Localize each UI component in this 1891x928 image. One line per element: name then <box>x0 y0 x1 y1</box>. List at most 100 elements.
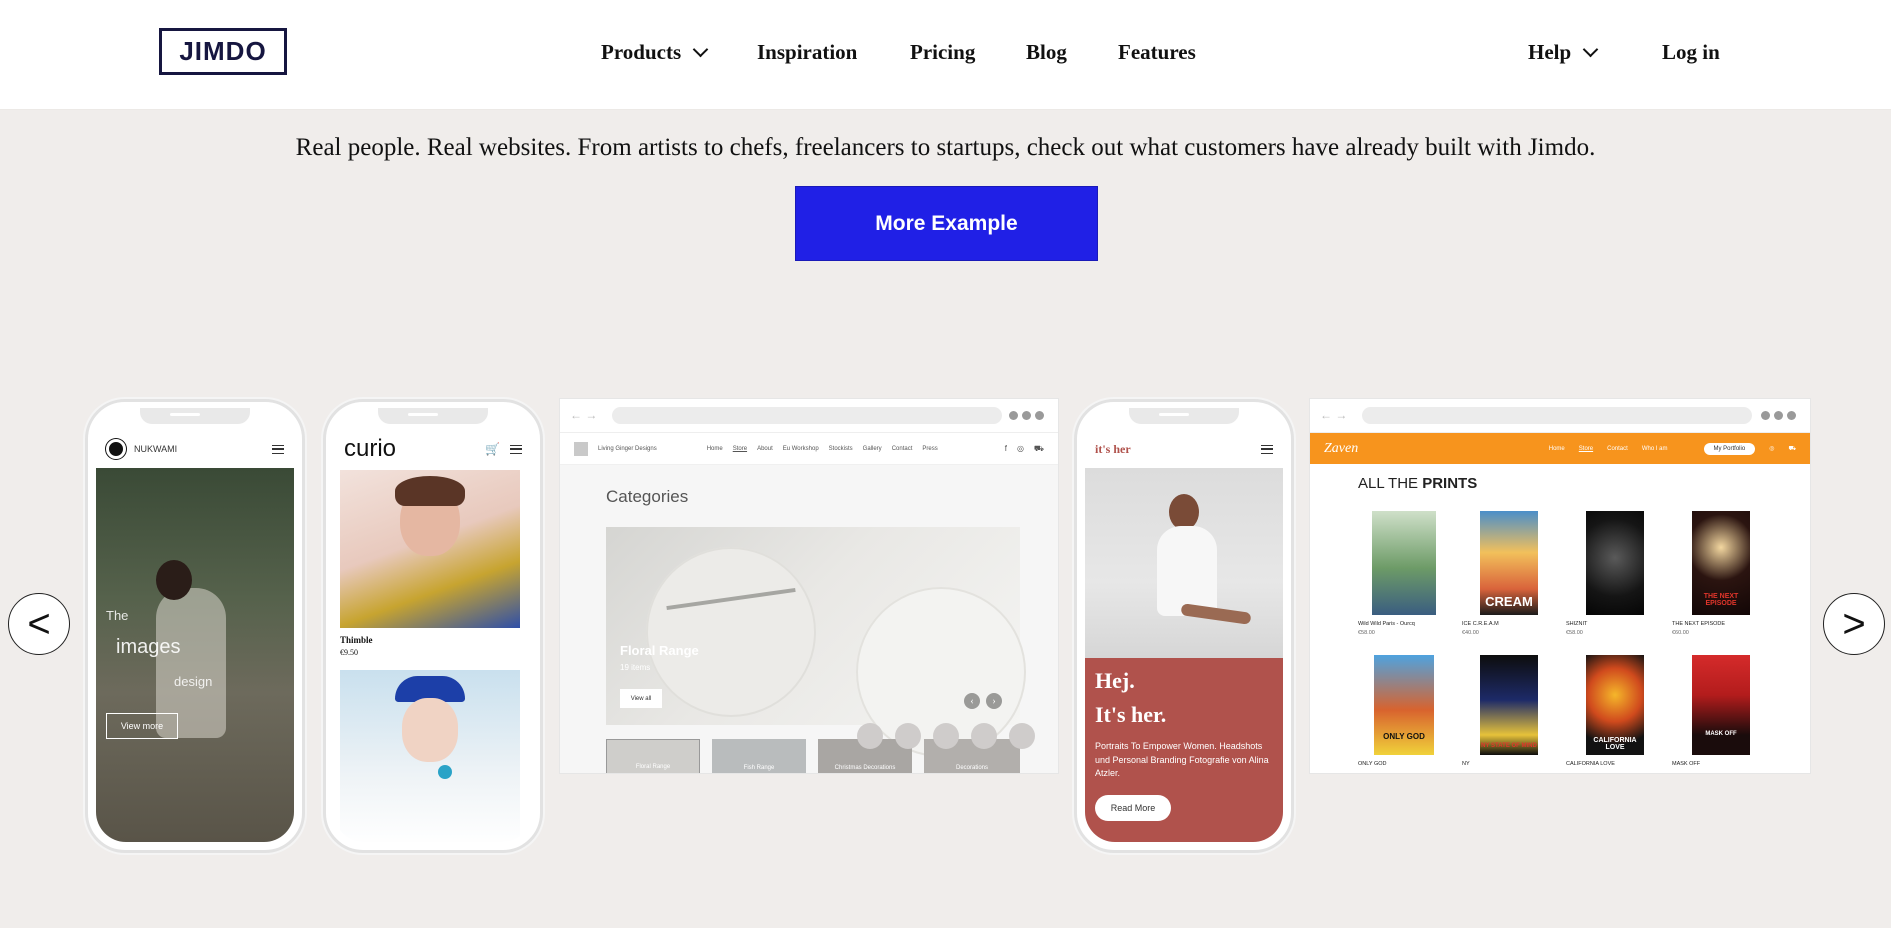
pager-dot-5[interactable] <box>1009 723 1035 749</box>
cart-icon: 🛒 <box>485 442 500 456</box>
pager-dot-4[interactable] <box>971 723 997 749</box>
zaven-logo: Zaven <box>1324 440 1359 456</box>
menu-icon <box>272 444 284 454</box>
phone-topbar: NUKWAMI <box>96 430 294 468</box>
site-header: JIMDO Products Inspiration Pricing Blog … <box>0 0 1891 110</box>
store-logo-icon <box>574 441 588 456</box>
cart-icon[interactable]: ⛟ <box>1034 444 1044 454</box>
print-poster-6[interactable]: NY STATE OF MIND <box>1480 655 1538 755</box>
browser-url-bar <box>1362 407 1752 424</box>
nav-help-label: Help <box>1528 40 1572 64</box>
cart-icon[interactable]: ⛟ <box>1788 445 1796 453</box>
curio-product-price: €9.50 <box>340 648 358 657</box>
itsher-body: Portraits To Empower Women. Headshots un… <box>1095 741 1269 778</box>
print-price-2: €40.00 <box>1462 630 1479 636</box>
nav-help[interactable]: Help <box>1528 40 1599 65</box>
slide-its-her[interactable]: it's her Hej. It's her. Portraits To Emp… <box>1074 399 1294 853</box>
nav-blog[interactable]: Blog <box>1026 40 1067 65</box>
store-nav-press[interactable]: Press <box>922 446 937 452</box>
itsher-title-1: Hej. <box>1095 668 1135 693</box>
print-poster-4[interactable]: THE NEXT EPISODE <box>1692 511 1750 615</box>
nav-products[interactable]: Products <box>601 40 709 65</box>
phone-topbar: curio 🛒 <box>334 430 532 468</box>
pager-dot-2[interactable] <box>895 723 921 749</box>
store-nav-workshop[interactable]: Eu Workshop <box>783 446 819 452</box>
zaven-portfolio-button[interactable]: My Portfolio <box>1703 442 1756 455</box>
nukwami-name: NUKWAMI <box>134 444 178 454</box>
print-title-6: NY <box>1462 761 1470 767</box>
zaven-heading-light: ALL THE <box>1358 475 1419 492</box>
store-nav-contact[interactable]: Contact <box>892 446 913 452</box>
facebook-icon[interactable]: f <box>1005 444 1007 454</box>
curio-product-name: Thimble <box>340 635 373 645</box>
print-title-2: ICE C.R.E.A.M <box>1462 621 1499 627</box>
print-title-5: ONLY GOD <box>1358 761 1387 767</box>
carousel-prev-button[interactable]: < <box>8 593 70 655</box>
print-poster-3[interactable] <box>1586 511 1644 615</box>
print-title-7: CALIFORNIA LOVE <box>1566 761 1615 767</box>
slide-zaven[interactable]: ← → Zaven Home Store Contact Who I am My… <box>1310 399 1810 773</box>
zaven-nav-who[interactable]: Who I am <box>1642 446 1668 452</box>
store-nav: Living Ginger Designs Home Store About E… <box>560 433 1058 465</box>
store-thumb-fish[interactable]: Fish Range <box>712 739 806 773</box>
print-price-4: €60.00 <box>1672 630 1689 636</box>
itsher-text-panel: Hej. It's her. Portraits To Empower Wome… <box>1085 658 1283 842</box>
store-nav-gallery[interactable]: Gallery <box>863 446 882 452</box>
browser-dots-icon <box>1009 411 1044 420</box>
store-feature-image[interactable]: Floral Range 19 items View all ‹ › <box>606 527 1026 757</box>
zaven-nav-contact[interactable]: Contact <box>1607 446 1628 452</box>
browser-url-bar <box>612 407 1002 424</box>
zaven-nav-home[interactable]: Home <box>1549 446 1565 452</box>
browser-dots-icon <box>1761 411 1796 420</box>
chevron-down-icon <box>1582 41 1599 58</box>
print-poster-7[interactable]: CALIFORNIA LOVE <box>1586 655 1644 755</box>
browser-bar: ← → <box>1310 399 1810 433</box>
zaven-nav: Zaven Home Store Contact Who I am My Por… <box>1310 433 1810 464</box>
store-categories-heading: Categories <box>606 487 689 506</box>
chevron-left-icon[interactable]: ‹ <box>964 693 980 709</box>
nav-inspiration[interactable]: Inspiration <box>757 40 857 65</box>
slide-nukwami[interactable]: NUKWAMI The images design View more <box>85 399 305 853</box>
slide-living-ginger[interactable]: ← → Living Ginger Designs Home Store Abo… <box>560 399 1058 773</box>
chevron-down-icon <box>692 41 709 58</box>
phone-screen: it's her Hej. It's her. Portraits To Emp… <box>1085 430 1283 842</box>
nukwami-line1: The <box>106 608 129 623</box>
more-example-button[interactable]: More Example <box>795 186 1098 261</box>
store-nav-stockists[interactable]: Stockists <box>829 446 853 452</box>
instagram-icon[interactable]: ◎ <box>1017 444 1024 454</box>
nukwami-view-more-button[interactable]: View more <box>106 713 178 739</box>
store-view-all-button[interactable]: View all <box>620 689 662 708</box>
store-feature-count: 19 items <box>620 663 651 672</box>
login-link[interactable]: Log in <box>1662 40 1720 65</box>
print-price-3: €58.00 <box>1566 630 1583 636</box>
print-poster-5[interactable]: ONLY GOD <box>1374 655 1434 755</box>
phone-screen: NUKWAMI The images design View more <box>96 430 294 842</box>
phone-notch <box>140 408 250 424</box>
menu-icon <box>510 444 522 454</box>
store-thumb-floral[interactable]: Floral Range <box>606 739 700 773</box>
itsher-read-more-button[interactable]: Read More <box>1095 794 1171 821</box>
slide-curio[interactable]: curio 🛒 Thimble €9.50 <box>323 399 543 853</box>
curio-product-image-1 <box>340 470 520 628</box>
pager-dot-3[interactable] <box>933 723 959 749</box>
print-poster-1[interactable] <box>1372 511 1436 615</box>
jimdo-logo[interactable]: JIMDO <box>159 28 287 75</box>
print-title-8: MASK OFF <box>1672 761 1701 767</box>
store-nav-store[interactable]: Store <box>733 446 747 452</box>
pager-dot-1[interactable] <box>857 723 883 749</box>
print-poster-8[interactable]: MASK OFF <box>1692 655 1750 755</box>
print-price-1: €58.00 <box>1358 630 1375 636</box>
store-feature-title: Floral Range <box>620 643 699 658</box>
instagram-icon[interactable]: ◎ <box>1769 445 1774 452</box>
chevron-right-icon[interactable]: › <box>986 693 1002 709</box>
store-nav-home[interactable]: Home <box>707 446 723 452</box>
nav-pricing[interactable]: Pricing <box>910 40 975 65</box>
store-nav-about[interactable]: About <box>757 446 773 452</box>
zaven-nav-store[interactable]: Store <box>1579 446 1593 452</box>
nav-features[interactable]: Features <box>1118 40 1196 65</box>
carousel-next-button[interactable]: > <box>1823 593 1885 655</box>
print-poster-2[interactable]: CREAM <box>1480 511 1538 615</box>
nukwami-hero-image: The images design View more <box>96 468 294 842</box>
nukwami-line3: design <box>174 674 213 689</box>
itsher-logo: it's her <box>1095 441 1131 456</box>
